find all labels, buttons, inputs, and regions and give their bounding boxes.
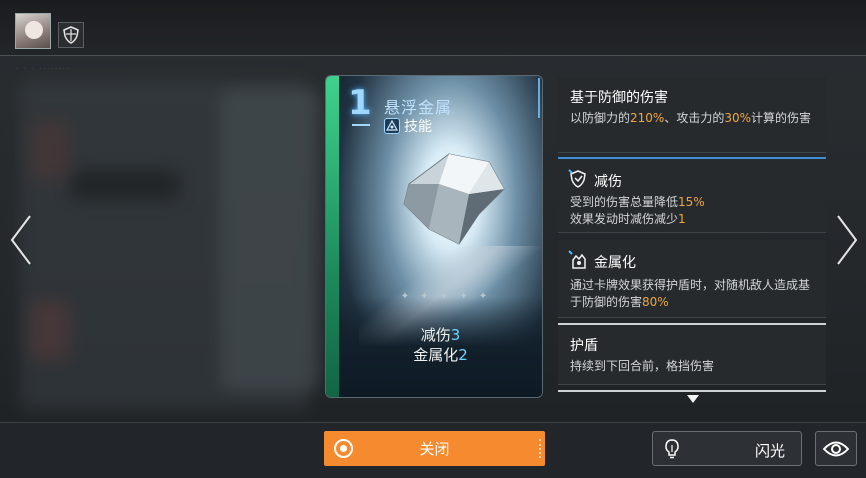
shield-icon: [63, 26, 79, 44]
desc-panel-bottom-line: [558, 390, 826, 392]
cost-underline: [352, 124, 370, 126]
flash-button-label: 闪光: [754, 442, 785, 460]
button-edge-dots: [539, 439, 541, 458]
close-button-label: 关闭: [419, 440, 450, 458]
flash-button[interactable]: 闪光: [652, 431, 802, 466]
blurred-panel: [70, 170, 180, 200]
card-cost: 1: [348, 83, 372, 123]
chevron-right-icon: [837, 215, 858, 265]
card-type-row: 技能: [384, 116, 432, 136]
eye-icon: [823, 441, 849, 456]
skill-type-icon: [384, 118, 400, 134]
metallize-icon: [568, 250, 586, 269]
view-toggle-button[interactable]: [815, 431, 857, 466]
card-corner-accent: [534, 78, 540, 118]
scroll-down-indicator[interactable]: [687, 395, 699, 403]
card-title: 悬浮金属: [384, 98, 453, 117]
top-bar: [0, 0, 866, 56]
desc-line: 效果发动时减伤减少1: [570, 212, 686, 226]
desc-title: 金属化: [594, 255, 636, 271]
blurred-panel: [30, 120, 70, 180]
desc-body: 通过卡牌效果获得护盾时，对随机敌人造成基于防御的伤害80%: [570, 278, 811, 309]
card-stat-damage-reduction: 减伤3: [420, 326, 461, 344]
skill-card: 1 悬浮金属 技能 ✦ ✦ ✦ ✦ ✦ 减伤3 金属化2: [325, 75, 543, 398]
blurred-panel: [30, 300, 70, 360]
character-avatar[interactable]: [15, 13, 51, 49]
blurred-panel: [220, 90, 320, 390]
lightbulb-icon: [665, 439, 679, 459]
close-button[interactable]: 关闭: [324, 431, 545, 466]
desc-box-defense-damage: 基于防御的伤害 以防御力的210%、攻击力的30%计算的伤害: [558, 77, 826, 153]
desc-title: 基于防御的伤害: [570, 90, 668, 106]
desc-body: 持续到下回合前，格挡伤害: [570, 359, 715, 373]
damage-reduction-icon: [568, 169, 586, 188]
card-divider-stars: ✦ ✦ ✦ ✦ ✦: [400, 291, 492, 302]
metal-crystal-icon: [403, 153, 505, 245]
desc-box-shield: 护盾 持续到下回合前，格挡伤害: [558, 323, 826, 385]
card-type-label: 技能: [404, 119, 432, 135]
target-icon: [334, 439, 353, 458]
desc-title: 减伤: [594, 174, 622, 190]
chevron-left-icon: [10, 215, 31, 265]
desc-box-damage-reduction: 减伤 受到的伤害总量降低15% 效果发动时减伤减少1: [558, 157, 826, 233]
desc-box-metallize: 金属化 通过卡牌效果获得护盾时，对随机敌人造成基于防御的伤害80%: [558, 240, 826, 318]
next-card-button[interactable]: [832, 212, 862, 268]
shield-badge[interactable]: [58, 22, 84, 48]
desc-line: 受到的伤害总量降低15%: [570, 195, 705, 209]
previous-card-button[interactable]: [6, 212, 36, 268]
desc-title: 护盾: [570, 338, 598, 354]
faint-board-text: · · · ········: [16, 66, 71, 73]
card-rarity-stripe: [326, 76, 339, 397]
card-stat-metallize: 金属化2: [413, 346, 468, 364]
desc-body: 受到的伤害总量降低15% 效果发动时减伤减少1: [570, 194, 816, 228]
desc-body: 以防御力的210%、攻击力的30%计算的伤害: [570, 111, 812, 125]
